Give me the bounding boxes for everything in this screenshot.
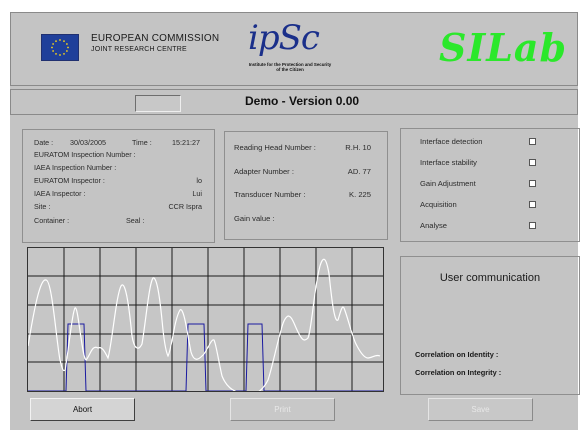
status-checklist-panel: Interface detection Interface stability …: [400, 128, 580, 242]
time-value: 15:21:27: [172, 138, 200, 147]
container-label: Container :: [34, 216, 70, 225]
checkbox-gain-adjustment[interactable]: [529, 180, 536, 187]
check-label-interface-detection: Interface detection: [420, 137, 483, 146]
app-version-title: Demo - Version 0.00: [245, 94, 360, 108]
organization-name: EUROPEAN COMMISSION JOINT RESEARCH CENTR…: [91, 33, 219, 55]
seal-label: Seal :: [126, 216, 145, 225]
iaea-inspector-label: IAEA Inspector :: [34, 189, 86, 198]
time-label: Time :: [132, 138, 152, 147]
org-line-1: EUROPEAN COMMISSION: [91, 33, 220, 44]
check-label-analyse: Analyse: [420, 221, 448, 230]
date-value: 30/03/2005: [70, 138, 106, 147]
app-window: EUROPEAN COMMISSION JOINT RESEARCH CENTR…: [10, 12, 580, 430]
title-field[interactable]: [135, 95, 181, 112]
save-button[interactable]: Save: [428, 398, 533, 421]
checkbox-analyse[interactable]: [529, 222, 536, 229]
signal-graph: [27, 247, 384, 392]
user-communication-panel: User communication Correlation on Identi…: [400, 256, 580, 395]
user-communication-title: User communication: [439, 272, 541, 284]
header-banner: EUROPEAN COMMISSION JOINT RESEARCH CENTR…: [10, 12, 578, 86]
reading-head-value: R.H. 10: [345, 143, 371, 152]
euratom-inspector-label: EURATOM Inspector :: [34, 176, 105, 185]
abort-button[interactable]: Abort: [30, 398, 135, 421]
silab-logo: SILab: [439, 25, 568, 70]
check-label-interface-stability: Interface stability: [420, 158, 477, 167]
print-button[interactable]: Print: [230, 398, 335, 421]
gain-value-label: Gain value :: [234, 214, 275, 223]
ipsc-logo: ipSc Institute for the Protection and Se…: [243, 18, 335, 80]
reading-head-label: Reading Head Number :: [234, 143, 316, 152]
correlation-identity-label: Correlation on Identity :: [415, 350, 499, 359]
date-label: Date :: [34, 138, 54, 147]
ipsc-subtitle: Institute for the Protection and Securit…: [248, 62, 332, 72]
title-bar: Demo - Version 0.00: [10, 89, 578, 115]
inspection-info-panel: Date : 30/03/2005 Time : 15:21:27 EURATO…: [22, 129, 215, 243]
ipsc-logo-mark: ipSc: [248, 18, 320, 58]
check-label-acquisition: Acquisition: [420, 200, 457, 209]
adapter-value: AD. 77: [347, 167, 371, 176]
check-label-gain-adjustment: Gain Adjustment: [420, 179, 476, 188]
site-value: CCR Ispra: [168, 202, 202, 211]
checkbox-interface-detection[interactable]: [529, 138, 536, 145]
checkbox-acquisition[interactable]: [529, 201, 536, 208]
adapter-label: Adapter Number :: [234, 167, 294, 176]
iaea-inspector-value: Lui: [192, 189, 202, 198]
org-line-2: JOINT RESEARCH CENTRE: [91, 46, 187, 53]
eu-flag-logo: [41, 34, 79, 61]
hardware-info-panel: Reading Head Number : R.H. 10 Adapter Nu…: [224, 131, 388, 240]
checkbox-interface-stability[interactable]: [529, 159, 536, 166]
transducer-value: K. 225: [349, 190, 371, 199]
euratom-inspector-value: lo: [196, 176, 202, 185]
euratom-inspection-number-label: EURATOM Inspection Number :: [34, 150, 136, 159]
correlation-integrity-label: Correlation on Integrity :: [415, 368, 502, 377]
transducer-label: Transducer Number :: [234, 190, 306, 199]
iaea-inspection-number-label: IAEA Inspection Number :: [34, 163, 117, 172]
site-label: Site :: [34, 202, 51, 211]
